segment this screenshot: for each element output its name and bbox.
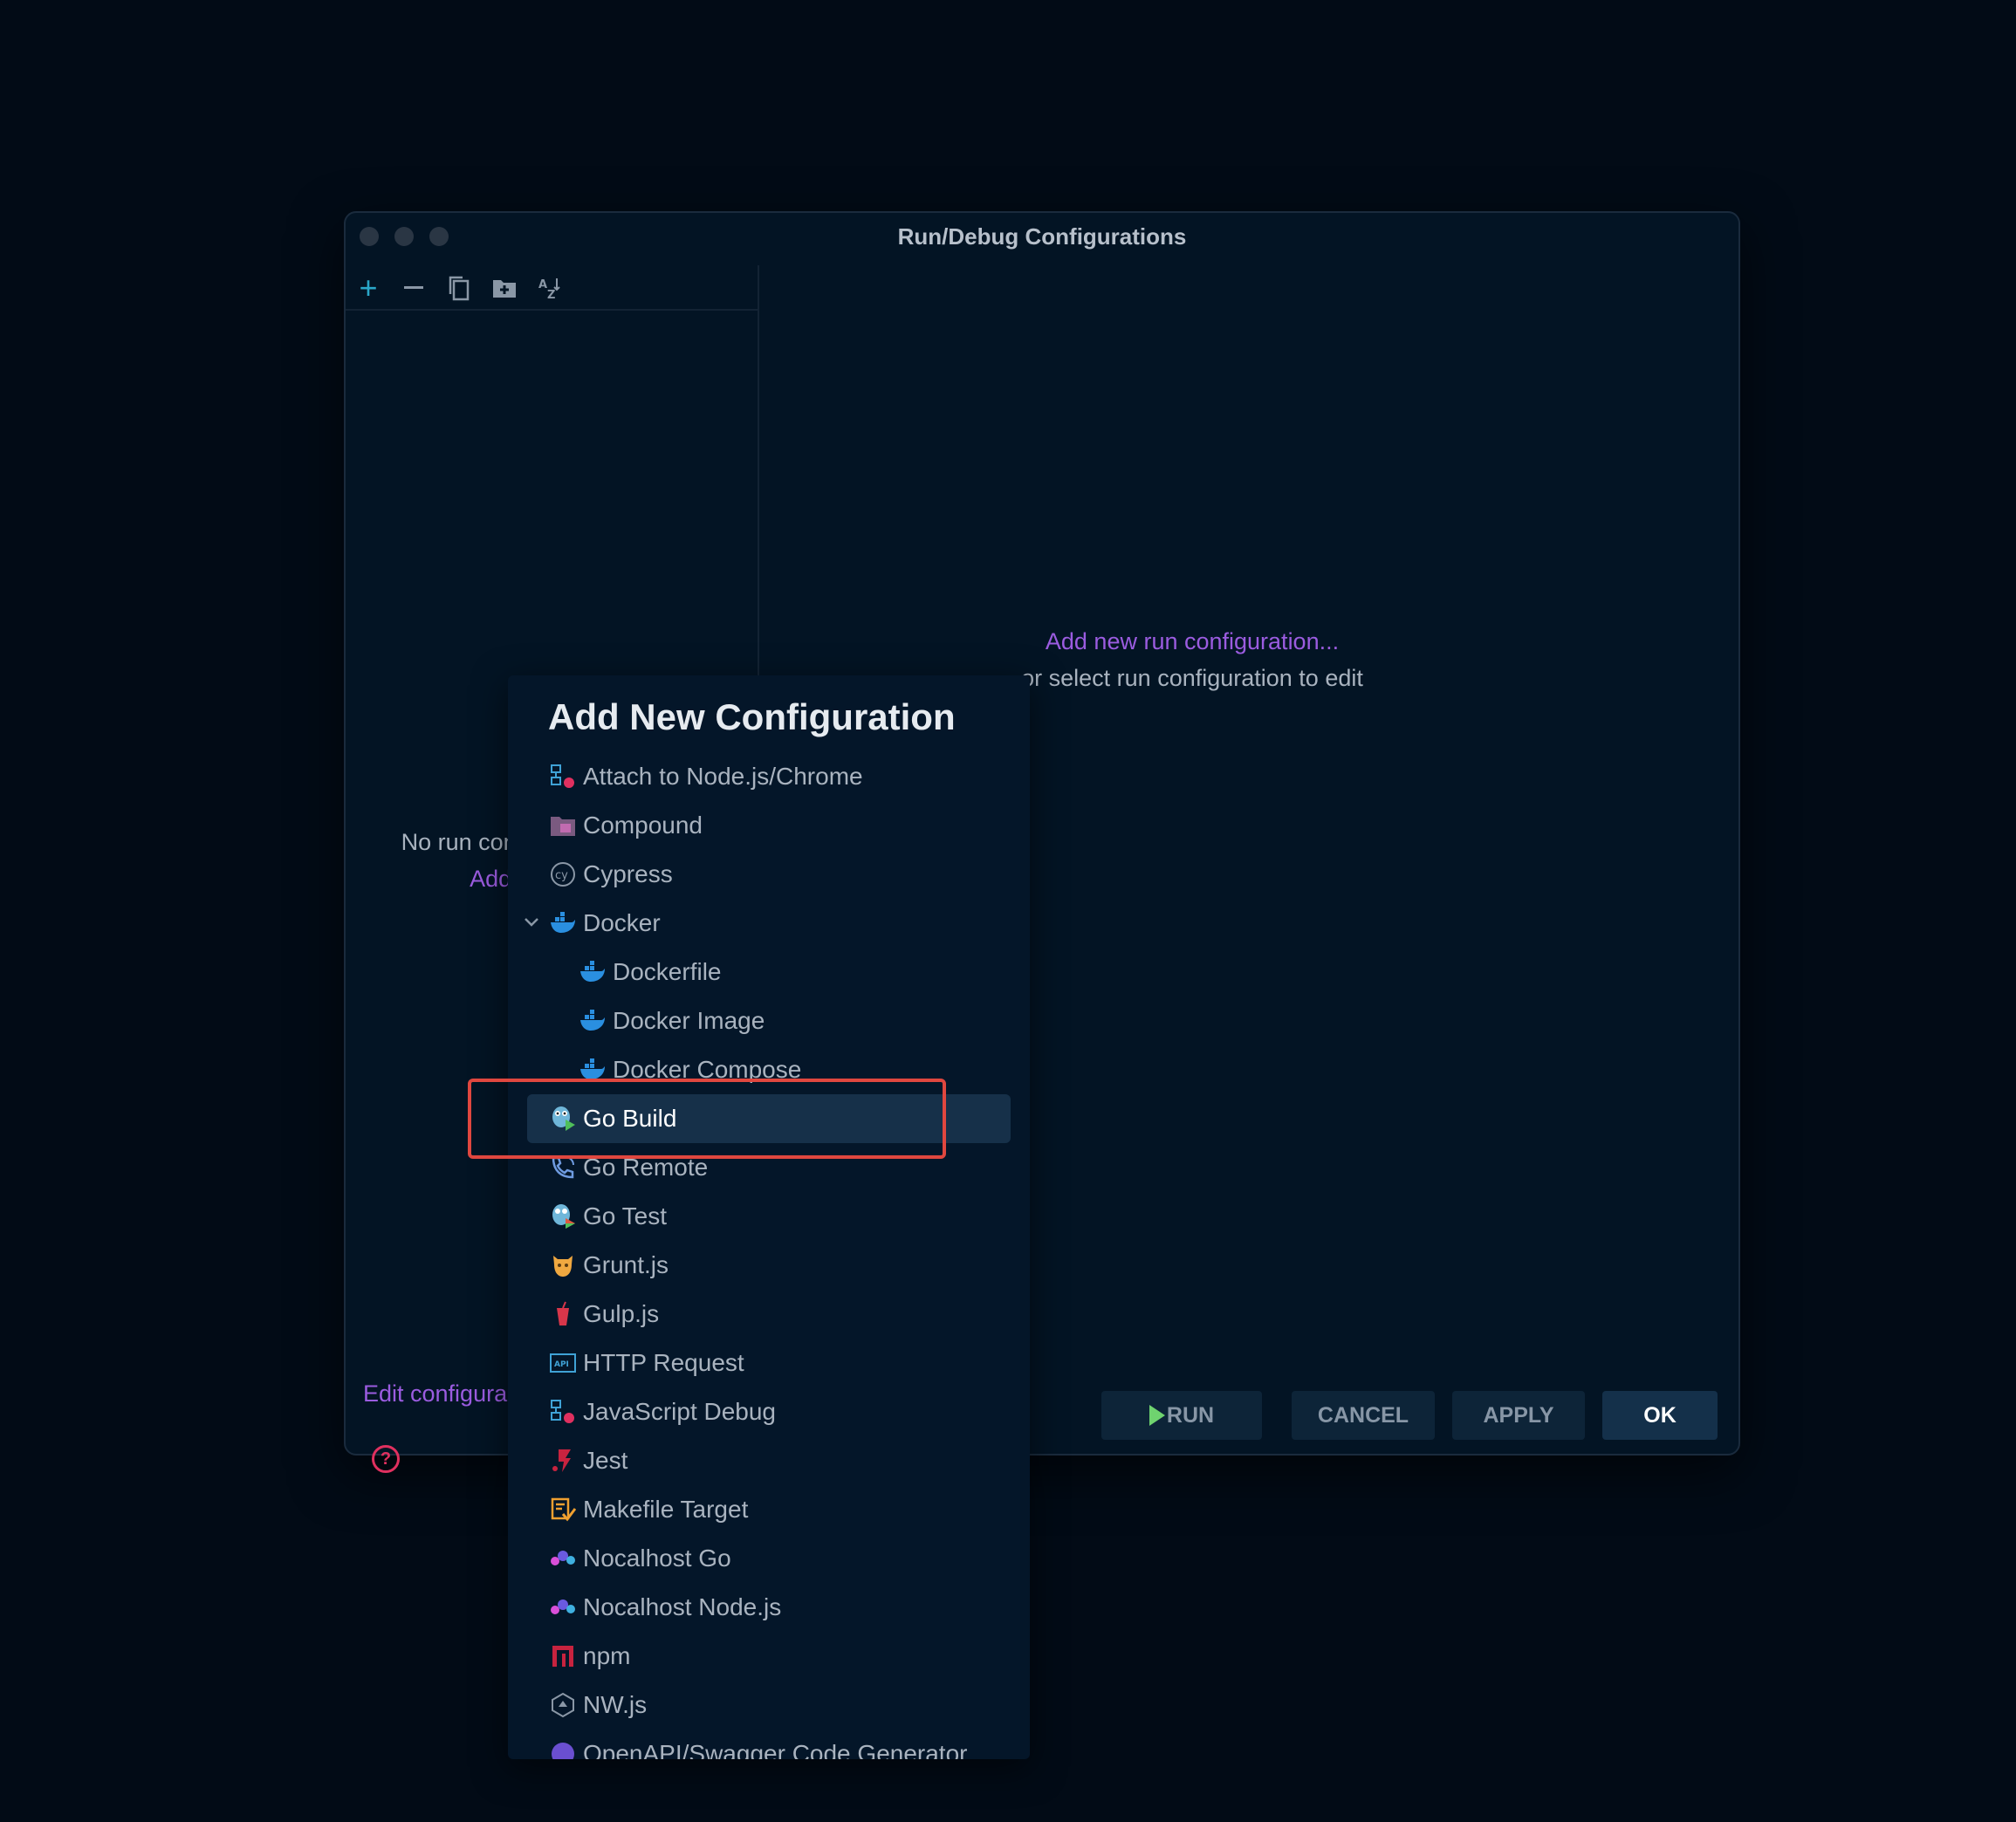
run-button-label: RUN (1166, 1402, 1215, 1428)
list-item-label: Jest (583, 1447, 628, 1474)
list-item-label: NW.js (583, 1691, 648, 1718)
list-item-selected[interactable]: Go Build (527, 1094, 1011, 1143)
tree-toolbar: + A Z (346, 265, 758, 311)
list-item[interactable]: npm (527, 1632, 1011, 1681)
jest-icon (550, 1448, 576, 1474)
list-item[interactable]: Dockerfile (527, 948, 1011, 997)
list-item-label: Dockerfile (613, 958, 722, 985)
nocalhost-icon (550, 1545, 576, 1572)
list-item[interactable]: NW.js (527, 1681, 1011, 1730)
list-item-label: Cypress (583, 860, 673, 887)
makefile-icon (550, 1497, 576, 1523)
list-item[interactable]: Attach to Node.js/Chrome (527, 752, 1011, 801)
list-item[interactable]: Compound (527, 801, 1011, 850)
help-icon[interactable]: ? (372, 1445, 400, 1473)
sort-alpha-icon[interactable]: A Z (534, 272, 566, 304)
list-item-label: npm (583, 1642, 631, 1669)
list-item-label: JavaScript Debug (583, 1398, 777, 1425)
list-item-label: OpenAPI/Swagger Code Generator (583, 1740, 968, 1759)
add-run-configuration-link[interactable]: Add new run configuration... (922, 628, 1463, 655)
copy-icon[interactable] (443, 272, 475, 304)
go-remote-icon (550, 1154, 576, 1181)
list-item[interactable]: API HTTP Request (527, 1339, 1011, 1387)
apply-button[interactable]: APPLY (1452, 1391, 1585, 1440)
nwjs-icon (550, 1692, 576, 1718)
cypress-icon: cy (550, 861, 576, 887)
list-item[interactable]: Docker (524, 899, 1011, 948)
list-item-label: Docker (583, 909, 661, 936)
list-item[interactable]: Nocalhost Node.js (527, 1583, 1011, 1632)
add-new-configuration-popup: Add New Configuration Attach to Node.js/… (508, 675, 1030, 1759)
api-icon: API (550, 1350, 576, 1376)
list-item-label: Go Remote (583, 1154, 709, 1181)
list-item[interactable]: JavaScript Debug (527, 1387, 1011, 1436)
edit-configuration-templates-link[interactable]: Edit configura (363, 1380, 507, 1408)
new-folder-icon[interactable] (489, 272, 520, 304)
list-item[interactable]: Go Test (527, 1192, 1011, 1241)
popup-title: Add New Configuration (548, 696, 956, 737)
run-button[interactable]: RUN (1101, 1391, 1262, 1440)
grunt-icon (550, 1252, 576, 1278)
gopher-run-icon (550, 1106, 576, 1132)
list-item[interactable]: Docker Compose (527, 1045, 1011, 1094)
chevron-down-icon[interactable] (524, 911, 539, 934)
ok-button[interactable]: OK (1602, 1391, 1718, 1440)
nocalhost-icon (550, 1594, 576, 1620)
list-item-label: Docker Compose (613, 1056, 802, 1083)
gopher-test-icon (550, 1203, 576, 1230)
list-item-label: Gulp.js (583, 1300, 660, 1327)
list-item[interactable]: Jest (527, 1436, 1011, 1485)
window-title: Run/Debug Configurations (897, 223, 1187, 250)
openapi-icon (550, 1741, 576, 1759)
svg-text:A: A (538, 278, 547, 291)
attach-debug-icon (550, 764, 576, 790)
titlebar: Run/Debug Configurations (346, 213, 1738, 258)
list-item[interactable]: Makefile Target (527, 1485, 1011, 1534)
list-item-label: Attach to Node.js/Chrome (583, 763, 863, 790)
list-item-label: Nocalhost Go (583, 1545, 731, 1572)
list-item-label: Go Build (583, 1105, 677, 1132)
list-item[interactable]: Grunt.js (527, 1241, 1011, 1290)
list-item-label: Go Test (583, 1202, 667, 1230)
run-icon (1149, 1405, 1165, 1426)
list-item-label: Grunt.js (583, 1251, 669, 1278)
list-item[interactable]: Go Remote (527, 1143, 1011, 1192)
svg-text:Z: Z (547, 289, 555, 300)
docker-icon (550, 910, 576, 936)
list-item-label: Compound (583, 812, 703, 839)
cancel-button[interactable]: CANCEL (1292, 1391, 1435, 1440)
list-item[interactable]: Gulp.js (527, 1290, 1011, 1339)
list-item-label: HTTP Request (583, 1349, 744, 1376)
remove-icon[interactable] (398, 272, 429, 304)
compound-folder-icon (550, 812, 576, 839)
svg-text:API: API (554, 1360, 569, 1369)
docker-icon (579, 959, 606, 985)
list-item[interactable]: Nocalhost Go (527, 1534, 1011, 1583)
list-item-label: Makefile Target (583, 1496, 749, 1523)
list-item[interactable]: Docker Image (527, 997, 1011, 1045)
attach-debug-icon (550, 1399, 576, 1425)
svg-text:cy: cy (555, 869, 568, 882)
list-item[interactable]: cy Cypress (527, 850, 1011, 899)
docker-icon (579, 1057, 606, 1083)
list-item[interactable]: OpenAPI/Swagger Code Generator (527, 1730, 1011, 1759)
list-item-label: Docker Image (613, 1007, 765, 1034)
gulp-icon (550, 1301, 576, 1327)
npm-icon (550, 1643, 576, 1669)
add-icon[interactable]: + (353, 270, 384, 305)
docker-icon (579, 1008, 606, 1034)
list-item-label: Nocalhost Node.js (583, 1593, 782, 1620)
